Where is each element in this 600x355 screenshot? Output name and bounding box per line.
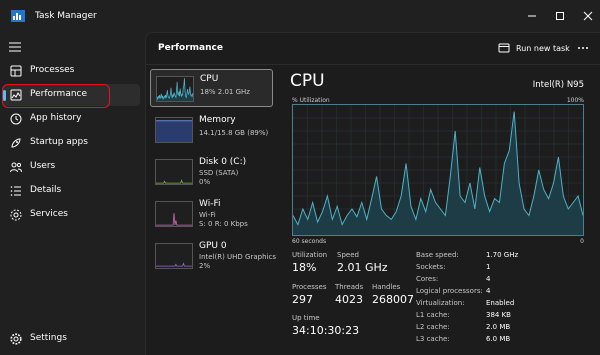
gear-icon (10, 333, 22, 345)
spec-label: L2 cache: (416, 323, 450, 331)
sidebar-item-label: Services (30, 209, 68, 219)
sidebar: Processes Performance App history Startu… (0, 32, 145, 355)
sidebar-item-users[interactable]: Users (3, 156, 140, 178)
device-disk-0[interactable]: Disk 0 (C:) SSD (SATA) 0% (150, 153, 273, 191)
spec-value: 4 (486, 287, 491, 295)
graph-y-label: % Utilization (292, 97, 330, 104)
header-divider (146, 64, 600, 65)
device-name: Wi-Fi (199, 199, 221, 209)
device-name: Memory (199, 115, 236, 125)
main-panel: Performance Run new task CPU 18% 2.01 GH… (145, 32, 600, 355)
processes-value: 297 (292, 293, 313, 306)
spec-label: L3 cache: (416, 335, 450, 343)
processes-icon (10, 65, 22, 77)
more-options-button[interactable] (574, 39, 592, 57)
device-cpu[interactable]: CPU 18% 2.01 GHz (150, 69, 273, 107)
window-title: Task Manager (35, 11, 97, 21)
spec-label: Virtualization: (416, 299, 465, 307)
close-icon (583, 11, 593, 21)
handles-value: 268007 (372, 293, 414, 306)
sidebar-item-label: Users (30, 161, 56, 171)
graph-x-left-label: 60 seconds (292, 238, 327, 245)
close-button[interactable] (568, 0, 600, 32)
handles-label: Handles (372, 283, 401, 291)
more-options-icon (578, 47, 588, 49)
device-status: S: 0 R: 0 Kbps (199, 220, 248, 228)
threads-label: Threads (335, 283, 364, 291)
gpu-thumbnail (155, 243, 193, 269)
disk-thumbnail (155, 159, 193, 185)
sidebar-item-startup-apps[interactable]: Startup apps (3, 132, 140, 154)
speed-label: Speed (337, 251, 359, 259)
maximize-icon (556, 12, 564, 20)
device-name: Disk 0 (C:) (199, 157, 247, 167)
sidebar-item-label: App history (30, 113, 82, 123)
spec-value: 1 (486, 263, 491, 271)
startup-icon (11, 138, 21, 148)
spec-value: 4 (486, 275, 491, 283)
device-status: 0% (199, 178, 211, 186)
hamburger-menu-icon[interactable] (8, 41, 22, 53)
sidebar-item-processes[interactable]: Processes (3, 60, 140, 82)
highlight-annotation (2, 84, 110, 108)
history-icon (10, 113, 22, 125)
sidebar-item-label: Startup apps (30, 137, 88, 147)
sidebar-item-label: Processes (30, 65, 75, 75)
cpu-thumbnail (156, 76, 194, 102)
title-bar: Task Manager (0, 0, 600, 32)
device-type: Intel(R) UHD Graphics (199, 253, 276, 261)
device-type: SSD (SATA) (199, 169, 239, 177)
uptime-value: 34:10:30:23 (292, 324, 360, 337)
device-status: 2% (199, 262, 211, 270)
wifi-thumbnail (155, 201, 193, 227)
processes-label: Processes (292, 283, 327, 291)
threads-value: 4023 (335, 293, 363, 306)
spec-value: 6.0 MB (486, 335, 511, 343)
graph-y-max-label: 100% (566, 97, 584, 104)
minimize-icon (528, 15, 536, 17)
spec-label: Cores: (416, 275, 439, 283)
users-icon (10, 162, 22, 173)
spec-label: Logical processors: (416, 287, 483, 295)
device-status: 18% 2.01 GHz (200, 88, 250, 96)
run-new-task-label: Run new task (516, 43, 570, 53)
sidebar-item-details[interactable]: Details (3, 180, 140, 202)
details-icon (10, 186, 21, 196)
spec-label: L1 cache: (416, 311, 450, 319)
task-manager-icon (11, 10, 25, 22)
spec-value: Enabled (486, 299, 515, 307)
device-wifi[interactable]: Wi-Fi Wi-Fi S: 0 R: 0 Kbps (150, 195, 273, 233)
device-gpu-0[interactable]: GPU 0 Intel(R) UHD Graphics 2% (150, 237, 276, 275)
utilization-label: Utilization (292, 251, 328, 259)
spec-value: 2.0 MB (486, 323, 511, 331)
sidebar-item-services[interactable]: Services (3, 204, 140, 226)
sidebar-item-settings[interactable]: Settings (3, 328, 140, 350)
device-status: 14.1/15.8 GB (89%) (199, 129, 269, 137)
services-icon (10, 209, 22, 221)
device-type: Wi-Fi (199, 211, 216, 219)
cpu-model: Intel(R) N95 (532, 80, 584, 90)
spec-value: 384 KB (486, 311, 511, 319)
graph-x-right-label: 0 (580, 238, 584, 245)
run-new-task-button[interactable]: Run new task (498, 39, 570, 57)
spec-label: Base speed: (416, 251, 459, 259)
sidebar-item-label: Details (30, 185, 62, 195)
page-title: Performance (158, 43, 223, 53)
sidebar-item-label: Settings (30, 333, 67, 343)
device-name: GPU 0 (199, 241, 227, 251)
spec-label: Sockets: (416, 263, 446, 271)
spec-value: 1.70 GHz (486, 251, 519, 259)
device-memory[interactable]: Memory 14.1/15.8 GB (89%) (150, 111, 273, 149)
cpu-utilization-graph (292, 104, 584, 236)
utilization-value: 18% (292, 261, 317, 274)
detail-title: CPU (290, 71, 325, 91)
uptime-label: Up time (292, 314, 320, 322)
device-name: CPU (200, 74, 219, 84)
memory-thumbnail (155, 117, 193, 143)
sidebar-item-app-history[interactable]: App history (3, 108, 140, 130)
run-task-icon (498, 43, 510, 53)
speed-value: 2.01 GHz (337, 261, 388, 274)
